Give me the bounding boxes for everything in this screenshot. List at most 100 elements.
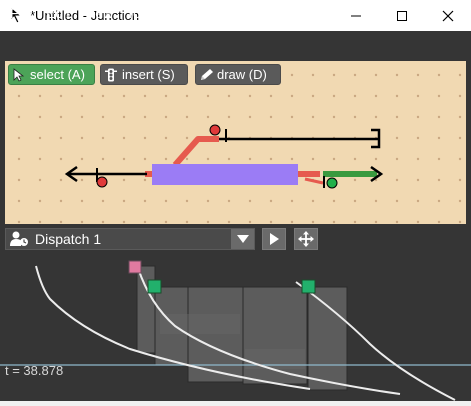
dispatch-graph[interactable] [0,254,471,401]
menu-view[interactable]: View [83,5,113,21]
grid-dot [374,94,378,98]
grid-dot [332,220,336,224]
grid-dot [227,115,231,119]
grid-dot [353,220,357,224]
grid-dot [332,157,336,161]
menu-edit[interactable]: Edit [46,5,70,21]
grid-dot [353,115,357,119]
grid-dot [101,115,105,119]
grid-dot [59,178,63,182]
grid-dot [458,136,462,140]
menu-tools[interactable]: Tools [126,5,159,21]
grid-dot [290,94,294,98]
train-block[interactable] [152,164,298,185]
occupied-track-branch[interactable] [172,136,219,167]
grid-dot [122,199,126,203]
grid-dot [311,157,315,161]
grid-dot [80,220,84,224]
grid-dot [122,178,126,182]
signal-red-icon[interactable] [209,124,221,136]
track-canvas[interactable] [5,61,466,224]
signal-red-icon[interactable] [96,176,108,188]
time-readout: t = 38.878 [5,363,64,378]
grid-dot [227,220,231,224]
grid-dot [353,199,357,203]
menu-file[interactable]: File [10,5,33,21]
play-button[interactable] [262,228,286,250]
grid-dot [185,220,189,224]
grid-dot [437,136,441,140]
play-icon [270,233,279,245]
grid-dot [416,73,420,77]
grid-dot [290,73,294,77]
insert-tool-button[interactable]: insert (S) [100,64,188,85]
grid-dot [353,94,357,98]
draw-tool-button[interactable]: draw (D) [195,64,281,85]
grid-dot [395,199,399,203]
grid-dot [269,157,273,161]
grid-dot [458,157,462,161]
grid-dots [17,73,462,224]
grid-dot [59,136,63,140]
grid-dot [17,199,21,203]
grid-dot [374,157,378,161]
grid-dot [164,157,168,161]
grid-dot [143,115,147,119]
grid-dot [416,178,420,182]
grid-dot [143,136,147,140]
grid-dot [458,73,462,77]
signal-event-marker[interactable] [128,260,142,274]
grid-dot [80,136,84,140]
grid-dot [437,220,441,224]
grid-dot [332,94,336,98]
grid-dot [143,178,147,182]
occupancy-block [136,265,156,354]
grid-dot [395,178,399,182]
grid-dot [437,199,441,203]
insert-tool-label: insert (S) [122,67,175,82]
cursor-icon [12,67,26,82]
signal-event-marker[interactable] [301,279,316,294]
grid-dot [416,199,420,203]
grid-dot [227,199,231,203]
grid-dot [164,94,168,98]
signal-green-icon[interactable] [326,177,338,189]
dispatch-dropdown-button[interactable] [231,229,254,249]
grid-dot [164,220,168,224]
grid-dot [248,220,252,224]
grid-dot [143,220,147,224]
grid-dot [437,115,441,119]
select-tool-button[interactable]: select (A) [8,64,95,85]
close-button[interactable] [425,0,471,31]
grid-dot [17,220,21,224]
grid-dot [437,178,441,182]
move-icon [298,231,314,247]
grid-dot [311,115,315,119]
signal-event-marker[interactable] [147,279,162,294]
minimize-icon [351,15,361,16]
grid-dot [101,199,105,203]
grid-dot [80,94,84,98]
grid-dot [17,115,21,119]
grid-dot [353,157,357,161]
grid-dot [458,199,462,203]
grid-dot [353,73,357,77]
grid-dot [17,136,21,140]
grid-dot [437,73,441,77]
maximize-icon [397,10,407,21]
grid-dot [185,94,189,98]
grid-dot [143,199,147,203]
grid-dot [38,136,42,140]
grid-dot [164,199,168,203]
minimize-button[interactable] [333,0,379,31]
select-tool-label: select (A) [30,67,85,82]
grid-dot [80,115,84,119]
grid-dot [122,220,126,224]
grid-dot [59,115,63,119]
grid-dot [143,157,147,161]
grid-dot [185,157,189,161]
move-button[interactable] [294,228,318,250]
grid-dot [458,220,462,224]
grid-dot [185,199,189,203]
maximize-button[interactable] [379,0,425,31]
